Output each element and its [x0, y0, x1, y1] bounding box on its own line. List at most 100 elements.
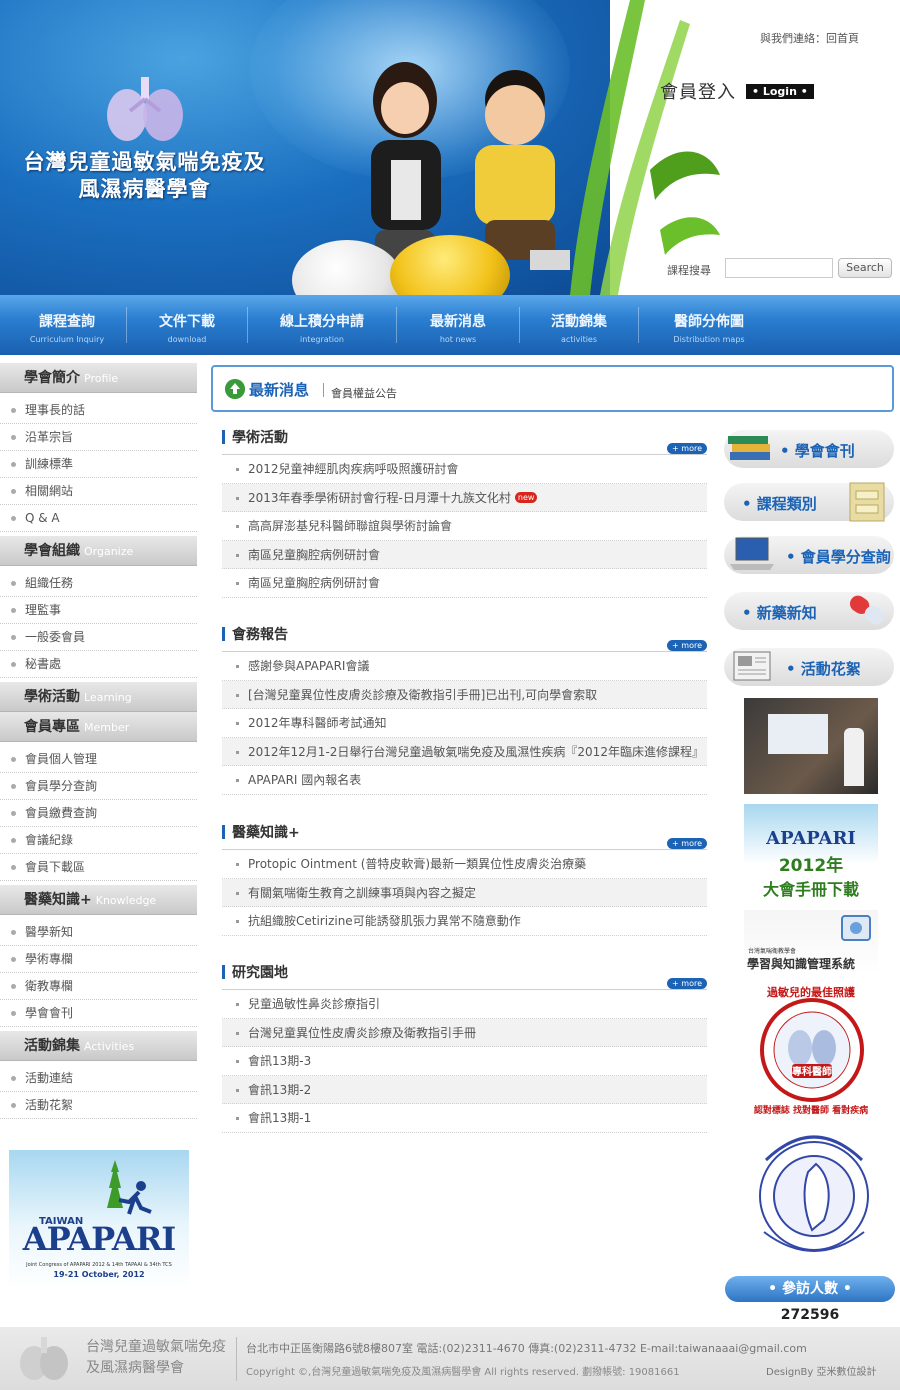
arrow-up-icon — [225, 379, 245, 399]
nav-download[interactable]: 文件下載 download — [127, 295, 247, 355]
badge-caption: 認對標誌 找對醫師 看對疾病 — [753, 1106, 869, 1116]
list-item[interactable]: [台灣兒童異位性皮膚炎診療及衛教指引手冊]已出刊,可向學會索取 — [222, 680, 707, 709]
main-nav: 課程查詢 Curriculum Inquiry 文件下載 download 線上積分… — [0, 295, 900, 355]
sidebar-item[interactable]: 會員繳費查詢 — [0, 800, 197, 827]
grass-decoration — [570, 0, 720, 295]
block-title: 醫藥知識+ — [222, 822, 707, 842]
list-item[interactable]: 抗組織胺Cetirizine可能誘發肌張力異常不隨意動作 — [222, 907, 707, 936]
sidebar-item[interactable]: 學會會刊 — [0, 1000, 197, 1027]
block-knowledge: 醫藥知識+ + more Protopic Ointment (普特皮軟膏)最新… — [222, 822, 707, 936]
sidebar-item[interactable]: 理事長的話 — [0, 397, 197, 424]
sidebar-item[interactable]: 衛教專欄 — [0, 973, 197, 1000]
news-subtitle[interactable]: 會員權益公告 — [331, 385, 397, 401]
list-item[interactable]: 2012年12月1-2日舉行台灣兒童過敏氣喘免疫及風濕性疾病『2012年臨床進修… — [222, 737, 707, 766]
sidebar-item[interactable]: 理監事 — [0, 597, 197, 624]
home-link[interactable]: 回首頁 — [826, 32, 859, 45]
sidebar-section-member[interactable]: 會員專區 Member — [0, 712, 197, 742]
more-button[interactable]: + more — [667, 640, 707, 651]
sidebar-item[interactable]: 會員下載區 — [0, 854, 197, 881]
list-item[interactable]: 會訊13期-1 — [222, 1104, 707, 1133]
search-button[interactable]: Search — [838, 258, 892, 278]
block-title: 學術活動 — [222, 427, 707, 447]
nav-hot-news[interactable]: 最新消息 hot news — [397, 295, 519, 355]
member-login-label: 會員登入 — [660, 82, 736, 103]
list-item[interactable]: 2013年春季學術研討會行程-日月潭十九族文化村 new — [222, 483, 707, 512]
journal-button[interactable]: • 學會會刊 — [724, 430, 894, 468]
sidebar-item[interactable]: 活動花絮 — [0, 1092, 197, 1119]
nav-curriculum-inquiry[interactable]: 課程查詢 Curriculum Inquiry — [8, 295, 126, 355]
specialist-badge-icon[interactable]: 專科醫師 — [758, 998, 866, 1102]
top-links: 與我們連絡：回首頁 — [760, 32, 859, 45]
lms-banner[interactable]: 台灣氣喘衛教學會 學習與知識管理系統 — [744, 910, 878, 975]
sidebar-section-profile[interactable]: 學會簡介 Profile — [0, 363, 197, 393]
news-bar: 最新消息 會員權益公告 — [211, 365, 894, 412]
newspaper-icon — [733, 651, 771, 681]
sidebar-section-learning[interactable]: 學術活動 Learning — [0, 682, 197, 712]
course-category-button[interactable]: • 課程類別 — [724, 482, 894, 522]
course-search-input[interactable] — [725, 258, 833, 278]
sidebar-item[interactable]: 一般委會員 — [0, 624, 197, 651]
new-badge: new — [514, 491, 538, 503]
footer-lungs-logo-icon — [20, 1337, 68, 1380]
visitor-count-button[interactable]: • 參訪人數 • — [725, 1276, 895, 1302]
news-title[interactable]: 最新消息 — [249, 379, 309, 400]
visitor-count: 272596 — [780, 1307, 840, 1323]
runner-icon — [118, 1181, 152, 1215]
lungs-logo-icon — [107, 77, 183, 141]
block-title: 研究園地 — [222, 962, 707, 982]
sidebar-item[interactable]: 會員學分查詢 — [0, 773, 197, 800]
login-button[interactable]: • Login • — [746, 84, 814, 99]
site-title[interactable]: 台灣兒童過敏氣喘免疫及 風濕病醫學會 — [22, 148, 267, 202]
capsule-icon — [849, 595, 885, 625]
list-item[interactable]: 2012兒童神經肌肉疾病呼吸照護研討會 — [222, 455, 707, 484]
sidebar-section-organize[interactable]: 學會組織 Organize — [0, 536, 197, 566]
nav-activities[interactable]: 活動錦集 activities — [520, 295, 638, 355]
footer-designer[interactable]: DesignBy 亞米數位設計 — [766, 1363, 876, 1378]
activity-gallery-button[interactable]: • 活動花絮 — [724, 648, 894, 686]
footer-address: 台北市中正區衡陽路6號8樓807室 電話:(02)2311-4670 傳真:(0… — [246, 1342, 807, 1355]
list-item[interactable]: 會訊13期-3 — [222, 1047, 707, 1076]
sidebar-item[interactable]: 訓練標準 — [0, 451, 197, 478]
list-item[interactable]: 台灣兒童異位性皮膚炎診療及衛教指引手冊 — [222, 1018, 707, 1047]
list-item[interactable]: Protopic Ointment (普特皮軟膏)最新一類異位性皮膚炎治療藥 — [222, 850, 707, 879]
sidebar-item[interactable]: 沿革宗旨 — [0, 424, 197, 451]
more-button[interactable]: + more — [667, 443, 707, 454]
block-academic: 學術活動 + more 2012兒童神經肌肉疾病呼吸照護研討會 2013年春季學… — [222, 427, 707, 598]
nav-distribution-maps[interactable]: 醫師分佈圖 Distribution maps — [639, 295, 779, 355]
sidebar-item[interactable]: 醫學新知 — [0, 919, 197, 946]
sidebar-item[interactable]: 秘書處 — [0, 651, 197, 678]
new-drug-button[interactable]: • 新藥新知 — [724, 592, 894, 630]
contact-link[interactable]: 與我們連絡 — [760, 32, 815, 45]
list-item[interactable]: 會訊13期-2 — [222, 1075, 707, 1104]
footer-copyright: Copyright ©,台灣兒童過敏氣喘免疫及風濕病醫學會 All rights… — [246, 1367, 680, 1378]
sidebar-section-activities[interactable]: 活動錦集 Activities — [0, 1031, 197, 1061]
sidebar-item[interactable]: 活動連結 — [0, 1065, 197, 1092]
site-footer: 台灣兒童過敏氣喘免疫 及風濕病醫學會 台北市中正區衡陽路6號8樓807室 電話:… — [0, 1327, 900, 1390]
list-item[interactable]: 2012年專科醫師考試通知 — [222, 709, 707, 738]
list-item[interactable]: 南區兒童胸腔病例研討會 — [222, 569, 707, 598]
asthma-association-seal-icon[interactable] — [746, 1120, 882, 1266]
apapari-handbook-banner[interactable]: APAPARI 2012年 大會手冊下載 — [744, 804, 878, 904]
more-button[interactable]: + more — [667, 838, 707, 849]
sidebar-item[interactable]: 會議紀錄 — [0, 827, 197, 854]
sidebar-item[interactable]: 學術專欄 — [0, 946, 197, 973]
sidebar-item[interactable]: Q & A — [0, 505, 197, 532]
list-item[interactable]: 有關氣喘衛生教育之訓練事項與內容之擬定 — [222, 878, 707, 907]
sidebar-item[interactable]: 相關網站 — [0, 478, 197, 505]
activity-photo[interactable] — [744, 698, 878, 794]
list-item[interactable]: APAPARI 國內報名表 — [222, 766, 707, 795]
apapari-banner[interactable]: TAIWAN APAPARI Joint Congress of APAPARI… — [9, 1150, 189, 1290]
list-item[interactable]: 感謝參與APAPARI會議 — [222, 652, 707, 681]
sidebar-section-knowledge[interactable]: 醫藥知識+ Knowledge — [0, 885, 197, 915]
member-credit-button[interactable]: • 會員學分查詢 — [724, 536, 894, 574]
list-item[interactable]: 兒童過敏性鼻炎診療指引 — [222, 990, 707, 1019]
block-research: 研究園地 + more 兒童過敏性鼻炎診療指引 台灣兒童異位性皮膚炎診療及衛教指… — [222, 962, 707, 1133]
list-item[interactable]: 高高屏澎基兒科醫師聯誼與學術討論會 — [222, 512, 707, 541]
badge-center-text: 專科醫師 — [792, 1065, 832, 1078]
sidebar-item[interactable]: 會員個人管理 — [0, 746, 197, 773]
list-item[interactable]: 南區兒童胸腔病例研討會 — [222, 540, 707, 569]
sidebar-item[interactable]: 組織任務 — [0, 570, 197, 597]
nav-integration[interactable]: 線上積分申請 integration — [248, 295, 396, 355]
block-reports: 會務報告 + more 感謝參與APAPARI會議 [台灣兒童異位性皮膚炎診療及… — [222, 624, 707, 795]
more-button[interactable]: + more — [667, 978, 707, 989]
